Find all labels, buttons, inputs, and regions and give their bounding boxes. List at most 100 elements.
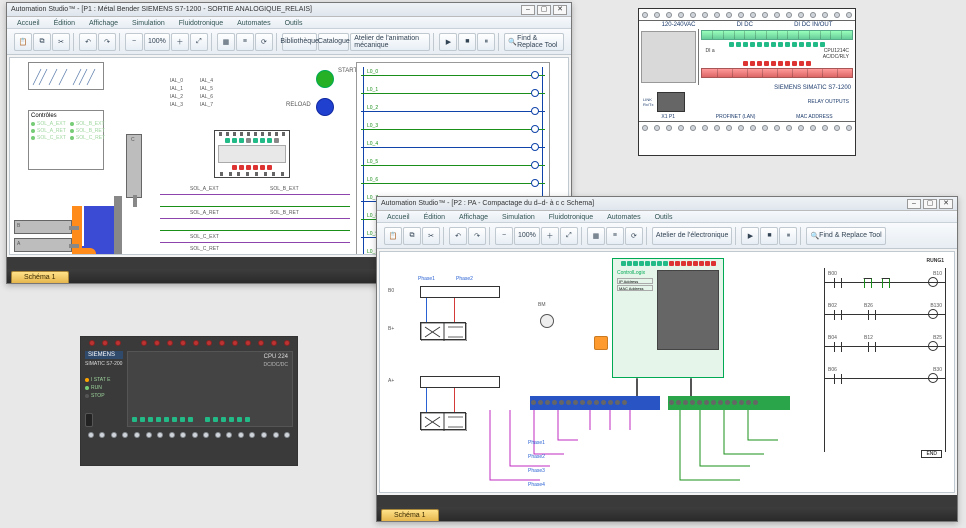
zoom-out-button[interactable]: − [495,227,513,245]
pause-button[interactable]: ⏸ [779,227,797,245]
di-label: DI a [703,48,716,60]
tab-fluid[interactable]: Fluidotronique [175,19,227,28]
dq-led-row [699,60,855,67]
status-bar [377,495,957,507]
model-label: SIMATIC S7-200 [85,361,123,367]
led-sol-b-ext: SOL_B_EXT [70,121,105,127]
indicator-bm [540,314,554,328]
maximize-button[interactable]: ▢ [537,5,551,15]
led-sol-b-ret: SOL_B_RET [70,128,105,134]
zoom-fit-button[interactable]: ⤢ [190,33,208,51]
ladder-end: END [921,450,942,458]
zoom-fit-button[interactable]: ⤢ [560,227,578,245]
tab-view[interactable]: Affichage [455,213,492,222]
electronics-workshop-button[interactable]: Atelier de l'électronique [652,227,733,245]
valve-1 [420,322,466,340]
valve-2 [420,412,466,430]
copy-button[interactable]: ⧉ [33,33,51,51]
diagram-canvas[interactable]: Phase1 Phase2 B+ B0 A+ BM Control [379,251,955,493]
led-sol-a-ext: SOL_A_EXT [31,121,66,127]
tab-home[interactable]: Accueil [383,213,414,222]
titlebar[interactable]: Automation Studio™ - [P1 : Métal Bender … [7,3,571,17]
rotate-button[interactable]: ⟳ [625,227,643,245]
zoom-level[interactable]: 100% [514,227,540,245]
top-terminal-row [81,337,297,349]
reload-button[interactable]: RELOAD [316,98,334,116]
cut-button[interactable]: ✂ [52,33,70,51]
mode-label: DC/DC/DC [264,362,288,368]
minimize-button[interactable]: – [521,5,535,15]
tab-plc[interactable]: Automates [233,19,274,28]
maximize-button[interactable]: ▢ [923,199,937,209]
close-button[interactable]: ✕ [553,5,567,15]
cut-button[interactable]: ✂ [422,227,440,245]
find-replace-button[interactable]: 🔍 Find & Replace Tool [806,227,885,245]
document-tab[interactable]: Schéma 1 [11,271,69,283]
status-led-state: I STAT E [85,377,123,383]
document-tab[interactable]: Schéma 1 [381,509,439,521]
align-button[interactable]: ≡ [606,227,624,245]
tab-edit[interactable]: Édition [420,213,449,222]
status-led-run: RUN [85,385,123,391]
ip-field[interactable]: IP Address [617,278,653,284]
mac-field[interactable]: MAC Address [617,285,653,291]
tab-tools[interactable]: Outils [281,19,307,28]
catalog-button[interactable]: Catalogue [318,33,349,51]
paste-button[interactable]: 📋 [384,227,402,245]
e-stop-button[interactable] [594,336,608,350]
brand-badge: SIEMENS [85,351,123,359]
undo-button[interactable]: ↶ [79,33,97,51]
pause-button[interactable]: ⏸ [477,33,495,51]
stop-button[interactable]: ■ [760,227,778,245]
zoom-level[interactable]: 100% [144,33,170,51]
start-button[interactable]: START [316,70,334,88]
app-title: Automation Studio™ - [P2 : PA - Compacta… [381,200,594,207]
zoom-in-button[interactable]: ＋ [171,33,189,51]
redo-button[interactable]: ↷ [468,227,486,245]
dq-terminal-strip [701,68,853,78]
undo-button[interactable]: ↶ [449,227,467,245]
zoom-out-button[interactable]: − [125,33,143,51]
stop-button[interactable]: ■ [458,33,476,51]
mini-plc-led-row [215,137,289,144]
cylinder-phase2 [420,376,500,388]
run-button[interactable]: ▶ [439,33,457,51]
screw-row-top [639,9,855,21]
led-sol-c-ext: SOL_C_EXT [31,135,66,141]
tab-tools[interactable]: Outils [651,213,677,222]
grid-button[interactable]: ▦ [587,227,605,245]
library-button[interactable]: Bibliothèque [282,33,318,51]
document-tabstrip: Schéma 1 [377,507,957,521]
grid-button[interactable]: ▦ [217,33,235,51]
tab-sim[interactable]: Simulation [128,19,169,28]
cpu-slot [639,29,699,85]
tab-edit[interactable]: Édition [50,19,79,28]
controllogix-rack[interactable]: ControlLogix IP Address MAC Address [612,258,724,378]
copy-button[interactable]: ⧉ [403,227,421,245]
minimize-button[interactable]: – [907,199,921,209]
paste-button[interactable]: 📋 [14,33,32,51]
find-replace-button[interactable]: 🔍 Find & Replace Tool [504,33,564,51]
ethernet-port-icon [657,92,685,112]
led-sol-a-ret: SOL_A_RET [31,128,66,134]
tab-fluid[interactable]: Fluidotronique [545,213,597,222]
ribbon-tabs: Accueil Édition Affichage Simulation Flu… [7,17,571,29]
tab-home[interactable]: Accueil [13,19,44,28]
ribbon-group-find: 🔍 Find & Replace Tool [501,33,567,51]
align-button[interactable]: ≡ [236,33,254,51]
connector-diagram [28,62,104,90]
close-button[interactable]: ✕ [939,199,953,209]
mechanical-animation-button[interactable]: Atelier de l'animation mécanique [350,33,430,51]
mini-plc-1200[interactable] [214,130,290,178]
tab-view[interactable]: Affichage [85,19,122,28]
run-button[interactable]: ▶ [741,227,759,245]
status-led-stop: STOP [85,393,123,399]
titlebar[interactable]: Automation Studio™ - [P2 : PA - Compacta… [377,197,957,211]
ladder-editor[interactable]: RUNG1 B00 B10 B02 B26 B130 [822,262,948,462]
zoom-in-button[interactable]: ＋ [541,227,559,245]
connector-icon [29,63,105,91]
tab-plc[interactable]: Automates [603,213,644,222]
redo-button[interactable]: ↷ [98,33,116,51]
rotate-button[interactable]: ⟳ [255,33,273,51]
tab-sim[interactable]: Simulation [498,213,539,222]
